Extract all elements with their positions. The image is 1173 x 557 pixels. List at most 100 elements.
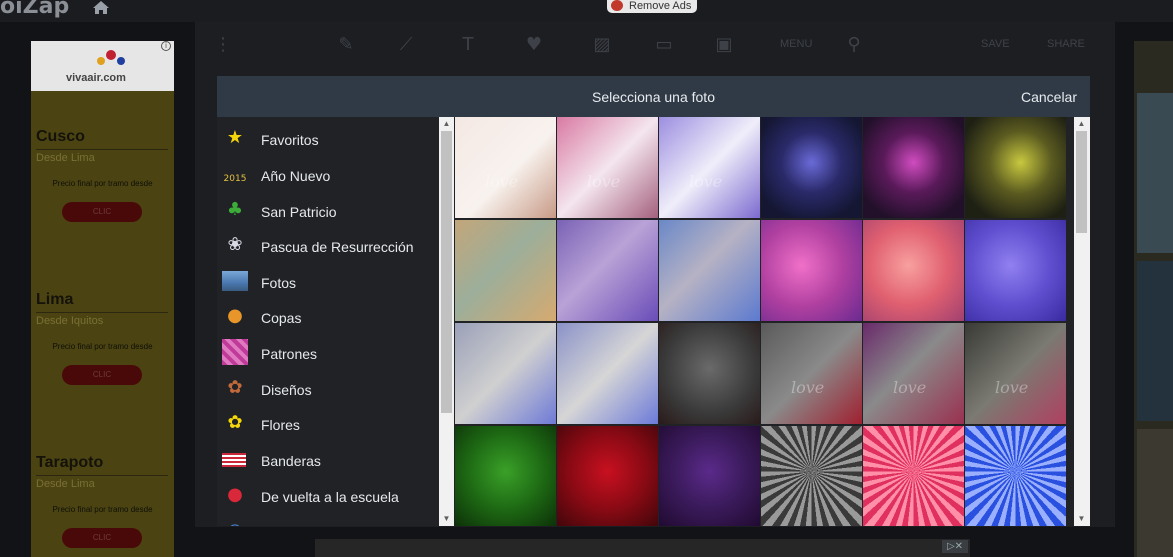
new-year-2015-icon: 2015 bbox=[223, 174, 247, 184]
photo-thumbnail[interactable] bbox=[557, 220, 658, 321]
text-icon[interactable]: T bbox=[457, 34, 479, 56]
bunny-icon: ❀ bbox=[227, 234, 243, 255]
scroll-up-icon[interactable]: ▲ bbox=[1074, 117, 1089, 131]
category-fotos[interactable]: Fotos bbox=[217, 263, 439, 299]
category-vuelta-escuela[interactable]: ● De vuelta a la escuela bbox=[217, 477, 439, 513]
magic-wand-icon[interactable]: ⟋ bbox=[395, 34, 417, 56]
close-ad-icon[interactable]: ▷✕ bbox=[942, 540, 968, 553]
photo-thumbnail[interactable] bbox=[455, 220, 556, 321]
category-label: Favoritos bbox=[261, 132, 319, 148]
remove-ads-label: Remove Ads bbox=[629, 0, 692, 12]
right-advertisement[interactable] bbox=[1134, 41, 1173, 557]
paint-icon[interactable]: ▨ bbox=[591, 34, 613, 56]
ad-origin: Desde Iquitos bbox=[36, 315, 104, 327]
photo-thumbnail[interactable] bbox=[761, 426, 862, 526]
scroll-down-icon[interactable]: ▼ bbox=[1074, 512, 1089, 526]
category-label: Fotos bbox=[261, 275, 297, 291]
scroll-thumb[interactable] bbox=[1076, 131, 1087, 233]
brush-icon[interactable]: ⚲ bbox=[843, 34, 865, 56]
photo-thumbnail[interactable] bbox=[965, 117, 1066, 218]
ad-cta-button[interactable]: CLIC bbox=[62, 202, 142, 222]
ad-city: Cusco bbox=[36, 128, 85, 145]
thumbnail-text: love bbox=[587, 172, 621, 191]
remove-ads-button[interactable]: Remove Ads bbox=[607, 0, 698, 13]
ad-image bbox=[1137, 261, 1173, 421]
photo-thumbnail[interactable] bbox=[659, 426, 760, 526]
photo-thumbnail[interactable]: love bbox=[863, 323, 964, 424]
remove-ads-icon bbox=[611, 0, 623, 11]
category-next[interactable]: ◉ bbox=[217, 513, 439, 526]
ad-origin: Desde Lima bbox=[36, 152, 95, 164]
star-icon: ★ bbox=[226, 127, 244, 148]
ad-divider bbox=[36, 312, 168, 313]
heart-icon[interactable]: ♥ bbox=[523, 34, 545, 56]
photo-collage-icon[interactable]: ▣ bbox=[713, 34, 735, 56]
cancel-button[interactable]: Cancelar bbox=[1021, 89, 1077, 105]
scroll-up-icon[interactable]: ▲ bbox=[439, 117, 454, 131]
category-favoritos[interactable]: ★ Favoritos bbox=[217, 120, 439, 156]
category-patrones[interactable]: Patrones bbox=[217, 334, 439, 370]
photo-thumbnail[interactable] bbox=[557, 323, 658, 424]
photo-thumbnail[interactable] bbox=[863, 426, 964, 526]
save-button[interactable]: SAVE bbox=[981, 38, 1010, 50]
photo-thumbnail[interactable] bbox=[557, 426, 658, 526]
category-flores[interactable]: ✿ Flores bbox=[217, 405, 439, 441]
photo-thumbnail[interactable]: love bbox=[659, 117, 760, 218]
ad-city: Tarapoto bbox=[36, 454, 104, 471]
scroll-thumb[interactable] bbox=[441, 131, 452, 413]
photo-thumbnail[interactable]: love bbox=[965, 323, 1066, 424]
scroll-down-icon[interactable]: ▼ bbox=[439, 512, 454, 526]
ad-header: vivaair.com i bbox=[31, 41, 174, 91]
photo-thumbnail[interactable]: love bbox=[455, 117, 556, 218]
category-pascua[interactable]: ❀ Pascua de Resurrección bbox=[217, 227, 439, 263]
photo-thumbnail[interactable] bbox=[659, 220, 760, 321]
designs-icon: ✿ bbox=[227, 377, 243, 398]
photo-thumbnail[interactable] bbox=[863, 117, 964, 218]
category-ano-nuevo[interactable]: 2015 Año Nuevo bbox=[217, 156, 439, 192]
category-san-patricio[interactable]: ♣ San Patricio bbox=[217, 192, 439, 228]
ad-cta-button[interactable]: CLIC bbox=[62, 528, 142, 548]
app-logo[interactable]: oiZap bbox=[0, 0, 69, 19]
photo-thumbnail[interactable] bbox=[863, 220, 964, 321]
ad-city: Lima bbox=[36, 291, 74, 308]
flower-icon: ✿ bbox=[227, 412, 243, 433]
photo-thumbnail[interactable] bbox=[455, 426, 556, 526]
ad-cta-button[interactable]: CLIC bbox=[62, 365, 142, 385]
photo-scrollbar[interactable]: ▲ ▼ bbox=[1074, 117, 1090, 526]
left-advertisement[interactable]: vivaair.com i Cusco Desde Lima Precio fi… bbox=[31, 41, 174, 557]
more-vertical-icon[interactable]: ⋮ bbox=[212, 34, 234, 56]
photo-picker-dialog: Selecciona una foto Cancelar ★ Favoritos… bbox=[217, 76, 1090, 526]
ad-info-icon[interactable]: i bbox=[161, 41, 171, 51]
ad-divider bbox=[36, 475, 168, 476]
thumbnail-text: love bbox=[689, 172, 723, 191]
thumbnail-text: love bbox=[995, 378, 1029, 397]
category-disenos[interactable]: ✿ Diseños bbox=[217, 370, 439, 406]
category-banderas[interactable]: Banderas bbox=[217, 441, 439, 477]
thumbnail-text: love bbox=[485, 172, 519, 191]
photo-thumbnail[interactable] bbox=[965, 220, 1066, 321]
category-scrollbar[interactable]: ▲ ▼ bbox=[439, 117, 454, 526]
photo-thumbnail[interactable]: love bbox=[761, 323, 862, 424]
photo-thumbnail[interactable] bbox=[965, 426, 1066, 526]
category-copas[interactable]: ● Copas bbox=[217, 298, 439, 334]
shamrock-icon: ♣ bbox=[226, 199, 244, 220]
share-button[interactable]: SHARE bbox=[1047, 38, 1085, 50]
flag-icon bbox=[222, 446, 248, 472]
category-label: Patrones bbox=[261, 346, 318, 362]
edit-icon[interactable]: ✎ bbox=[335, 34, 357, 56]
ad-divider bbox=[36, 149, 168, 150]
photo-thumbnail[interactable] bbox=[455, 323, 556, 424]
photo-thumbnail[interactable] bbox=[761, 117, 862, 218]
category-label: Flores bbox=[261, 417, 300, 433]
photo-thumbnail[interactable] bbox=[761, 220, 862, 321]
photo-thumbnail[interactable]: love bbox=[557, 117, 658, 218]
ad-price-note: Precio final por tramo desde bbox=[52, 179, 153, 188]
frame-icon[interactable]: ▭ bbox=[653, 34, 675, 56]
meme-menu[interactable]: MENU bbox=[780, 38, 812, 50]
thumbnail-text: love bbox=[893, 378, 927, 397]
photo-grid: love love love love love love bbox=[455, 117, 1073, 526]
bottom-advertisement[interactable]: ▷✕ bbox=[315, 539, 970, 557]
school-apple-icon: ● bbox=[227, 484, 243, 505]
photo-thumbnail[interactable] bbox=[659, 323, 760, 424]
home-icon[interactable] bbox=[92, 0, 110, 14]
